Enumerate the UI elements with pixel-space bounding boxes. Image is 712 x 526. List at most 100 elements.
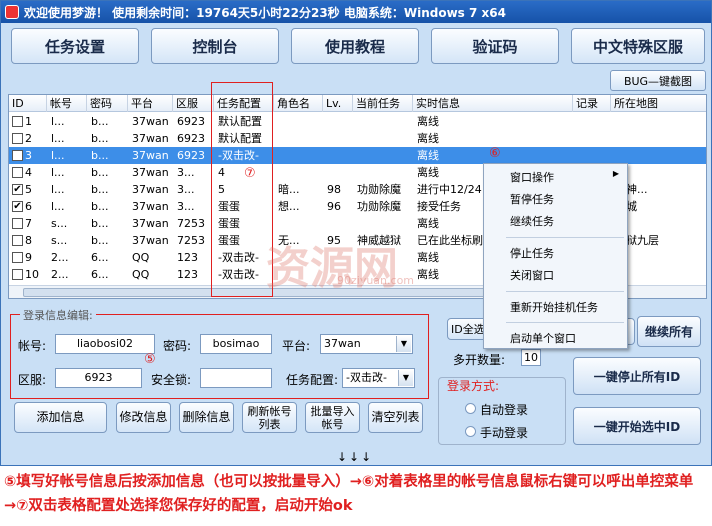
menu-start-single-window[interactable]: 启动单个窗口	[510, 330, 576, 346]
col-realtime-info[interactable]: 实时信息	[413, 95, 573, 112]
cell-acct: s...	[51, 234, 68, 247]
cell-plat: QQ	[132, 251, 150, 264]
batch-import-button[interactable]: 批量导入帐号	[305, 402, 360, 433]
row-checkbox[interactable]	[12, 218, 23, 229]
main-window: 欢迎使用梦游！ 使用剩余时间：19764天5小时22分23秒 电脑系统：Wind…	[0, 0, 712, 466]
cell-plat: QQ	[132, 268, 150, 281]
nav-console-button[interactable]: 控制台	[151, 28, 279, 64]
chevron-down-icon[interactable]: ▼	[398, 370, 413, 386]
menu-separator	[506, 291, 624, 292]
cell-lv	[325, 113, 327, 130]
server-input[interactable]: 6923	[55, 368, 142, 388]
add-info-button[interactable]: 添加信息	[14, 402, 107, 433]
bug-screenshot-button[interactable]: BUG—键截图	[610, 70, 706, 91]
row-checkbox[interactable]: ✔	[12, 184, 23, 195]
config-select[interactable]: -双击改- ▼	[342, 368, 415, 388]
password-input[interactable]: bosimao	[200, 334, 272, 354]
row-checkbox[interactable]	[12, 150, 23, 161]
cell-plat: 37wan	[132, 115, 169, 128]
table-row[interactable]: 1 l... b... 37wan 6923 默认配置 离线	[9, 113, 706, 130]
cell-map	[613, 130, 615, 147]
auto-login-radio[interactable]	[465, 403, 476, 414]
col-server[interactable]: 区服	[173, 95, 214, 112]
cell-info: 接受任务	[417, 200, 461, 213]
col-current-task[interactable]: 当前任务	[353, 95, 413, 112]
cell-pwd: b...	[91, 166, 109, 179]
col-id[interactable]: ID	[9, 95, 47, 112]
cell-role	[276, 147, 278, 164]
nav-special-server-button[interactable]: 中文特殊区服	[571, 28, 705, 64]
cell-task: 功勋除魔	[357, 200, 401, 213]
menu-separator	[506, 237, 624, 238]
col-account[interactable]: 帐号	[47, 95, 87, 112]
config-value: -双击改-	[346, 371, 387, 384]
menu-window-ops[interactable]: 窗口操作	[510, 169, 554, 185]
cell-id: 7	[25, 217, 32, 230]
row-checkbox[interactable]	[12, 167, 23, 178]
table-row[interactable]: 2 l... b... 37wan 6923 默认配置 离线	[9, 130, 706, 147]
cell-srv: 6923	[177, 115, 205, 128]
auto-login-label[interactable]: 自动登录	[480, 401, 528, 418]
cell-plat: 37wan	[132, 166, 169, 179]
menu-close-window[interactable]: 关闭窗口	[510, 267, 554, 283]
cell-map	[613, 113, 615, 130]
menu-resume-task[interactable]: 继续任务	[510, 213, 554, 229]
manual-login-label[interactable]: 手动登录	[480, 424, 528, 441]
cell-role: 想...	[278, 200, 300, 213]
modify-info-button[interactable]: 修改信息	[116, 402, 171, 433]
platform-select[interactable]: 37wan ▼	[320, 334, 413, 354]
multi-open-input[interactable]: 10	[521, 349, 541, 366]
cell-pwd: 6...	[91, 251, 109, 264]
cell-plat: 37wan	[132, 132, 169, 145]
manual-login-radio[interactable]	[465, 426, 476, 437]
cell-id: 5	[25, 183, 32, 196]
chevron-down-icon[interactable]: ▼	[396, 336, 411, 352]
col-log[interactable]: 记录	[573, 95, 611, 112]
cell-srv: 123	[177, 251, 198, 264]
row-checkbox[interactable]	[12, 235, 23, 246]
cell-role: 暗...	[278, 183, 300, 196]
row-checkbox[interactable]	[12, 116, 23, 127]
menu-stop-task[interactable]: 停止任务	[510, 245, 554, 261]
config-column-highlight	[211, 82, 273, 297]
cell-id: 10	[25, 268, 39, 281]
menu-restart-task[interactable]: 重新开始挂机任务	[510, 299, 598, 315]
app-logo-icon	[5, 5, 19, 19]
nav-task-settings-button[interactable]: 任务设置	[11, 28, 139, 64]
row-checkbox[interactable]: ✔	[12, 201, 23, 212]
col-password[interactable]: 密码	[87, 95, 128, 112]
cell-lv	[325, 164, 327, 181]
col-level[interactable]: Lv.	[323, 95, 353, 112]
password-label: 密码:	[163, 339, 192, 353]
cell-info: 离线	[417, 251, 439, 264]
cell-plat: 37wan	[132, 217, 169, 230]
refresh-accounts-button[interactable]: 刷新帐号列表	[242, 402, 297, 433]
row-checkbox[interactable]	[12, 133, 23, 144]
cell-srv: 3...	[177, 200, 195, 213]
cell-plat: 37wan	[132, 200, 169, 213]
cell-lv	[325, 130, 327, 147]
nav-captcha-button[interactable]: 验证码	[431, 28, 559, 64]
annotation-7: ⑦	[244, 166, 256, 181]
account-input[interactable]: liaobosi02	[55, 334, 155, 354]
start-selected-id-button[interactable]: 一键开始选中ID	[573, 407, 701, 445]
cell-lv: 96	[327, 200, 341, 213]
lock-input[interactable]	[200, 368, 272, 388]
nav-tutorial-button[interactable]: 使用教程	[291, 28, 419, 64]
col-map[interactable]: 所在地图	[611, 95, 706, 112]
delete-info-button[interactable]: 删除信息	[179, 402, 234, 433]
col-platform[interactable]: 平台	[128, 95, 173, 112]
row-checkbox[interactable]	[12, 252, 23, 263]
col-role[interactable]: 角色名	[274, 95, 323, 112]
table-row[interactable]: 3 l... b... 37wan 6923 -双击改- 离线	[9, 147, 706, 164]
instruction-caption: ⑤填写好帐号信息后按添加信息（也可以按批量导入）→⑥对着表格里的帐号信息鼠标右键…	[4, 474, 694, 514]
annotation-5: ⑤	[144, 352, 156, 367]
menu-pause-task[interactable]: 暂停任务	[510, 191, 554, 207]
cell-srv: 6923	[177, 132, 205, 145]
cell-acct: l...	[51, 200, 65, 213]
cell-info: 离线	[417, 149, 439, 162]
continue-all-button[interactable]: 继续所有	[637, 316, 701, 347]
clear-list-button[interactable]: 清空列表	[368, 402, 423, 433]
row-checkbox[interactable]	[12, 269, 23, 280]
stop-all-id-button[interactable]: 一键停止所有ID	[573, 357, 701, 395]
